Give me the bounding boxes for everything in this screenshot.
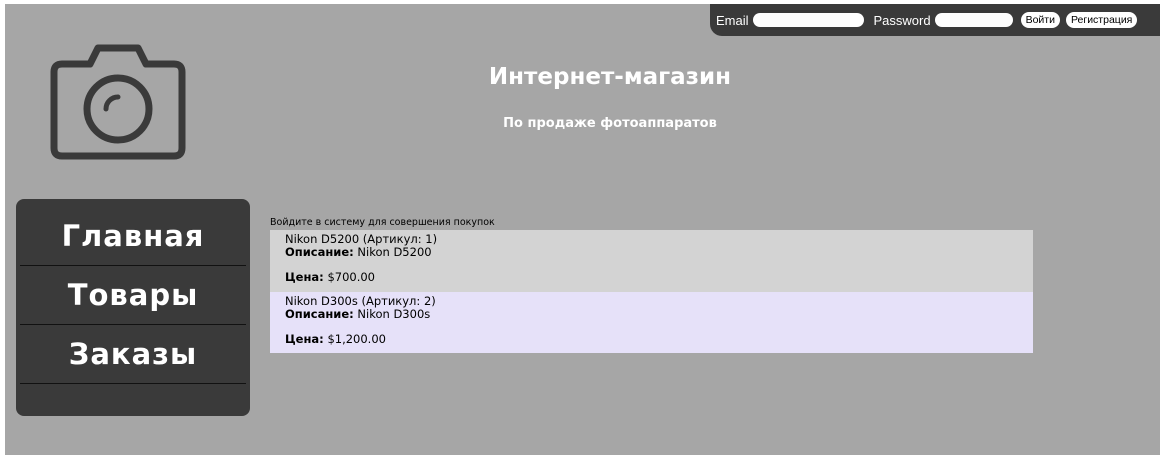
nav-divider xyxy=(20,383,246,384)
sidebar-nav: Главная Товары Заказы xyxy=(16,199,250,416)
price-label: Цена: xyxy=(285,332,324,346)
password-field[interactable] xyxy=(934,13,1013,27)
product-item: Nikon D5200 (Артикул: 1) Описание: Nikon… xyxy=(270,230,1033,292)
camera-icon xyxy=(50,44,186,160)
site-title: Интернет-магазин xyxy=(488,64,732,90)
description-value: Nikon D5200 xyxy=(357,245,432,259)
price-value: $1,200.00 xyxy=(327,332,386,346)
password-label: Password xyxy=(873,12,931,28)
site-subtitle: По продаже фотоаппаратов xyxy=(503,116,717,131)
description-label: Описание: xyxy=(285,245,354,259)
register-button[interactable]: Регистрация xyxy=(1065,12,1138,28)
sidebar-item-home[interactable]: Главная xyxy=(20,219,246,253)
price-label: Цена: xyxy=(285,270,324,284)
product-price: Цена: $700.00 xyxy=(285,271,1033,284)
description-label: Описание: xyxy=(285,307,354,321)
price-value: $700.00 xyxy=(327,270,375,284)
email-label: Email xyxy=(716,12,749,28)
product-price: Цена: $1,200.00 xyxy=(285,333,1033,346)
description-value: Nikon D300s xyxy=(357,307,431,321)
product-description: Описание: Nikon D300s xyxy=(285,308,1033,321)
nav-divider xyxy=(20,324,246,325)
product-description: Описание: Nikon D5200 xyxy=(285,246,1033,259)
product-list: Nikon D5200 (Артикул: 1) Описание: Nikon… xyxy=(270,230,1033,353)
email-field[interactable] xyxy=(752,13,864,27)
login-bar: Email Password Войти Регистрация xyxy=(710,4,1160,36)
login-button[interactable]: Войти xyxy=(1020,12,1060,28)
sidebar-item-orders[interactable]: Заказы xyxy=(20,337,246,371)
nav-divider xyxy=(20,265,246,266)
product-item: Nikon D300s (Артикул: 2) Описание: Nikon… xyxy=(270,292,1033,353)
login-hint: Войдите в систему для совершения покупок xyxy=(270,217,495,228)
sidebar-item-products[interactable]: Товары xyxy=(20,278,246,312)
